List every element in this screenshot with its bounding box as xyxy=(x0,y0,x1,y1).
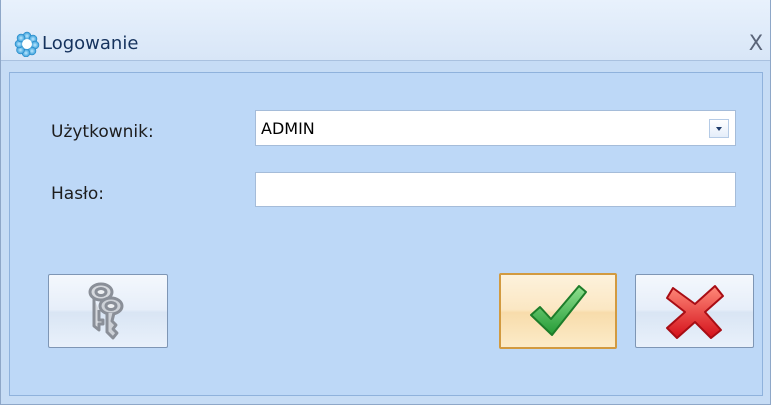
app-flower-icon xyxy=(14,31,40,57)
combobox-dropdown-button[interactable] xyxy=(709,119,729,138)
title-bar[interactable]: Logowanie X xyxy=(1,0,770,61)
cancel-button[interactable] xyxy=(635,274,754,348)
keys-icon xyxy=(88,282,124,340)
red-x-icon xyxy=(666,285,724,339)
keys-button[interactable] xyxy=(48,274,168,348)
password-field[interactable] xyxy=(255,172,736,207)
user-combobox[interactable]: ADMIN xyxy=(255,110,736,146)
close-button[interactable]: X xyxy=(744,30,768,56)
checkmark-icon xyxy=(530,285,587,336)
user-combobox-value: ADMIN xyxy=(261,119,315,138)
password-label: Hasło: xyxy=(51,184,105,204)
chevron-down-icon xyxy=(716,127,722,131)
ok-button[interactable] xyxy=(499,273,617,349)
window-title: Logowanie xyxy=(42,33,139,54)
login-dialog: Logowanie X Użytkownik: ADMIN Hasło: xyxy=(0,0,771,405)
user-label: Użytkownik: xyxy=(51,122,154,142)
